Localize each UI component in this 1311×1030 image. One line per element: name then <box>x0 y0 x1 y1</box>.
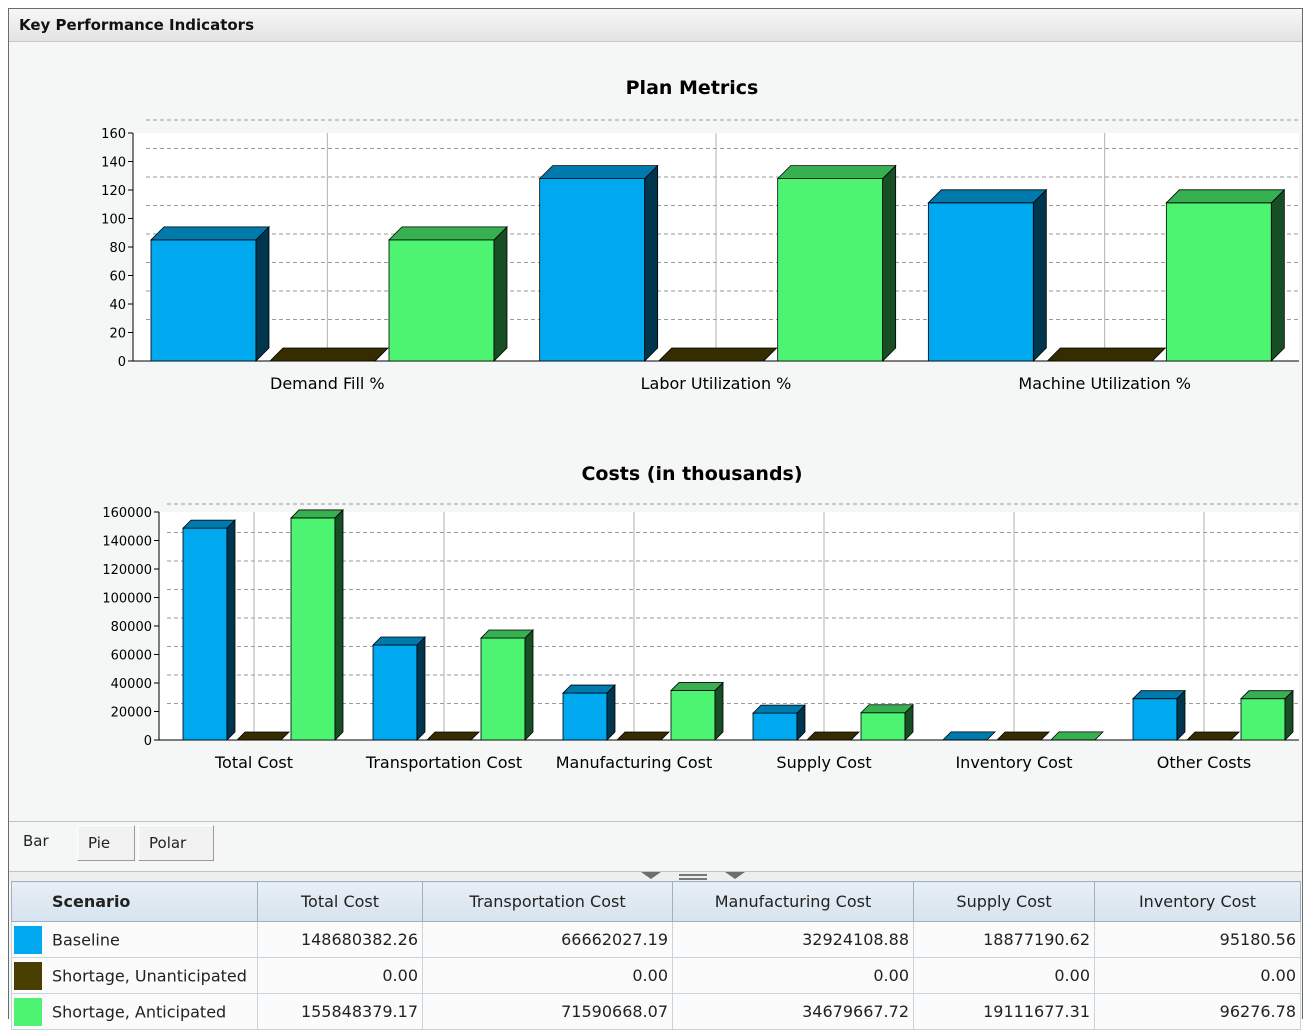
y-tick-label: 20 <box>109 327 126 342</box>
table-cell: 19111677.31 <box>913 993 1095 1030</box>
table-cell: 18877190.62 <box>913 921 1095 958</box>
bar[interactable] <box>1132 689 1186 741</box>
table-row[interactable]: Shortage, Anticipated 155848379.17 71590… <box>11 993 1301 1030</box>
bar[interactable] <box>776 164 897 362</box>
bar[interactable] <box>860 703 914 741</box>
y-tick-label: 0 <box>118 355 126 370</box>
bar[interactable] <box>1050 731 1104 741</box>
y-tick-label: 20000 <box>111 706 152 721</box>
column-header-supply-cost[interactable]: Supply Cost <box>913 881 1095 922</box>
bar[interactable] <box>480 629 534 741</box>
tab-polar[interactable]: Polar <box>138 825 214 861</box>
bar[interactable] <box>1186 731 1240 741</box>
table-cell: 95180.56 <box>1094 921 1301 958</box>
column-header-transportation-cost[interactable]: Transportation Cost <box>422 881 673 922</box>
panel-title: Key Performance Indicators <box>9 9 1302 42</box>
chart-title: Costs (in thousands) <box>581 463 802 485</box>
y-tick-label: 100 <box>101 213 126 228</box>
bar[interactable] <box>996 731 1050 741</box>
scenario-table: Scenario Total Cost Transportation Cost … <box>11 881 1301 1030</box>
tab-bar[interactable]: Bar <box>12 823 76 859</box>
bar[interactable] <box>538 164 659 362</box>
table-cell: 155848379.17 <box>257 993 423 1030</box>
x-tick-label: Labor Utilization % <box>641 374 792 393</box>
bar[interactable] <box>150 225 270 362</box>
y-tick-label: 0 <box>144 734 152 749</box>
bar[interactable] <box>806 731 860 741</box>
costs-chart: Costs (in thousands) 0 20000 40000 60000 8000… <box>102 463 1299 772</box>
bar[interactable] <box>290 508 344 741</box>
table-header-row: Scenario Total Cost Transportation Cost … <box>11 881 1301 922</box>
bar[interactable] <box>942 731 996 741</box>
table-cell: 0.00 <box>672 957 914 994</box>
bar[interactable] <box>616 731 670 741</box>
chart-type-tabs: Bar Pie Polar <box>9 821 1302 871</box>
x-tick-label: Supply Cost <box>776 753 871 772</box>
table-cell: 0.00 <box>913 957 1095 994</box>
table-cell: 66662027.19 <box>422 921 673 958</box>
bar[interactable] <box>1165 188 1286 362</box>
scenario-name: Shortage, Anticipated <box>52 1002 227 1021</box>
column-header-scenario[interactable]: Scenario <box>11 881 258 922</box>
x-tick-label: Inventory Cost <box>955 753 1072 772</box>
bar[interactable] <box>388 225 508 362</box>
bar[interactable] <box>657 347 778 362</box>
bar[interactable] <box>426 731 480 741</box>
table-cell: 0.00 <box>422 957 673 994</box>
x-tick-label: Total Cost <box>214 753 293 772</box>
bar[interactable] <box>752 704 806 741</box>
y-tick-label: 40000 <box>111 677 152 692</box>
chart-title: Plan Metrics <box>626 77 759 99</box>
x-tick-label: Other Costs <box>1157 753 1251 772</box>
y-tick-label: 100000 <box>102 592 152 607</box>
x-tick-label: Manufacturing Cost <box>556 753 713 772</box>
table-row[interactable]: Baseline 148680382.26 66662027.19 329241… <box>11 921 1301 958</box>
kpi-panel: Key Performance Indicators Plan Metrics 0… <box>8 8 1303 1030</box>
bar[interactable] <box>670 681 724 741</box>
y-tick-label: 40 <box>109 298 126 313</box>
y-tick-label: 160 <box>101 127 126 142</box>
tab-pie[interactable]: Pie <box>77 825 135 861</box>
table-cell: 34679667.72 <box>672 993 914 1030</box>
y-tick-label: 80 <box>109 241 126 256</box>
x-tick-label: Transportation Cost <box>365 753 522 772</box>
table-cell: 71590668.07 <box>422 993 673 1030</box>
y-tick-label: 60 <box>109 270 126 285</box>
table-cell: 0.00 <box>1094 957 1301 994</box>
splitter-handle[interactable] <box>9 871 1302 881</box>
y-tick-label: 140000 <box>102 535 152 550</box>
bar[interactable] <box>236 731 290 741</box>
legend-swatch <box>14 961 42 990</box>
table-cell: 0.00 <box>257 957 423 994</box>
scenario-name: Baseline <box>52 930 120 949</box>
bar[interactable] <box>562 684 616 741</box>
legend-swatch <box>14 997 42 1026</box>
y-tick-label: 160000 <box>102 506 152 521</box>
scenario-name: Shortage, Unanticipated <box>52 966 247 985</box>
y-tick-label: 60000 <box>111 649 152 664</box>
column-header-inventory-cost[interactable]: Inventory Cost <box>1094 881 1301 922</box>
bar[interactable] <box>1240 689 1294 741</box>
x-tick-label: Machine Utilization % <box>1018 374 1191 393</box>
x-tick-label: Demand Fill % <box>270 374 385 393</box>
plan-metrics-chart: Plan Metrics 0 20 40 60 80 100 120 140 160 Demand … <box>101 77 1299 393</box>
bar[interactable] <box>1046 347 1167 362</box>
table-row[interactable]: Shortage, Unanticipated 0.00 0.00 0.00 0… <box>11 957 1301 994</box>
table-cell: 148680382.26 <box>257 921 423 958</box>
bar[interactable] <box>182 519 236 741</box>
table-cell: 32924108.88 <box>672 921 914 958</box>
y-tick-label: 140 <box>101 156 126 171</box>
legend-swatch <box>14 925 42 954</box>
column-header-total-cost[interactable]: Total Cost <box>257 881 423 922</box>
y-tick-label: 120 <box>101 184 126 199</box>
bar[interactable] <box>372 636 426 741</box>
y-tick-label: 120000 <box>102 563 152 578</box>
y-tick-label: 80000 <box>111 620 152 635</box>
bar[interactable] <box>927 188 1048 362</box>
column-header-manufacturing-cost[interactable]: Manufacturing Cost <box>672 881 914 922</box>
table-cell: 96276.78 <box>1094 993 1301 1030</box>
bar[interactable] <box>269 347 389 362</box>
